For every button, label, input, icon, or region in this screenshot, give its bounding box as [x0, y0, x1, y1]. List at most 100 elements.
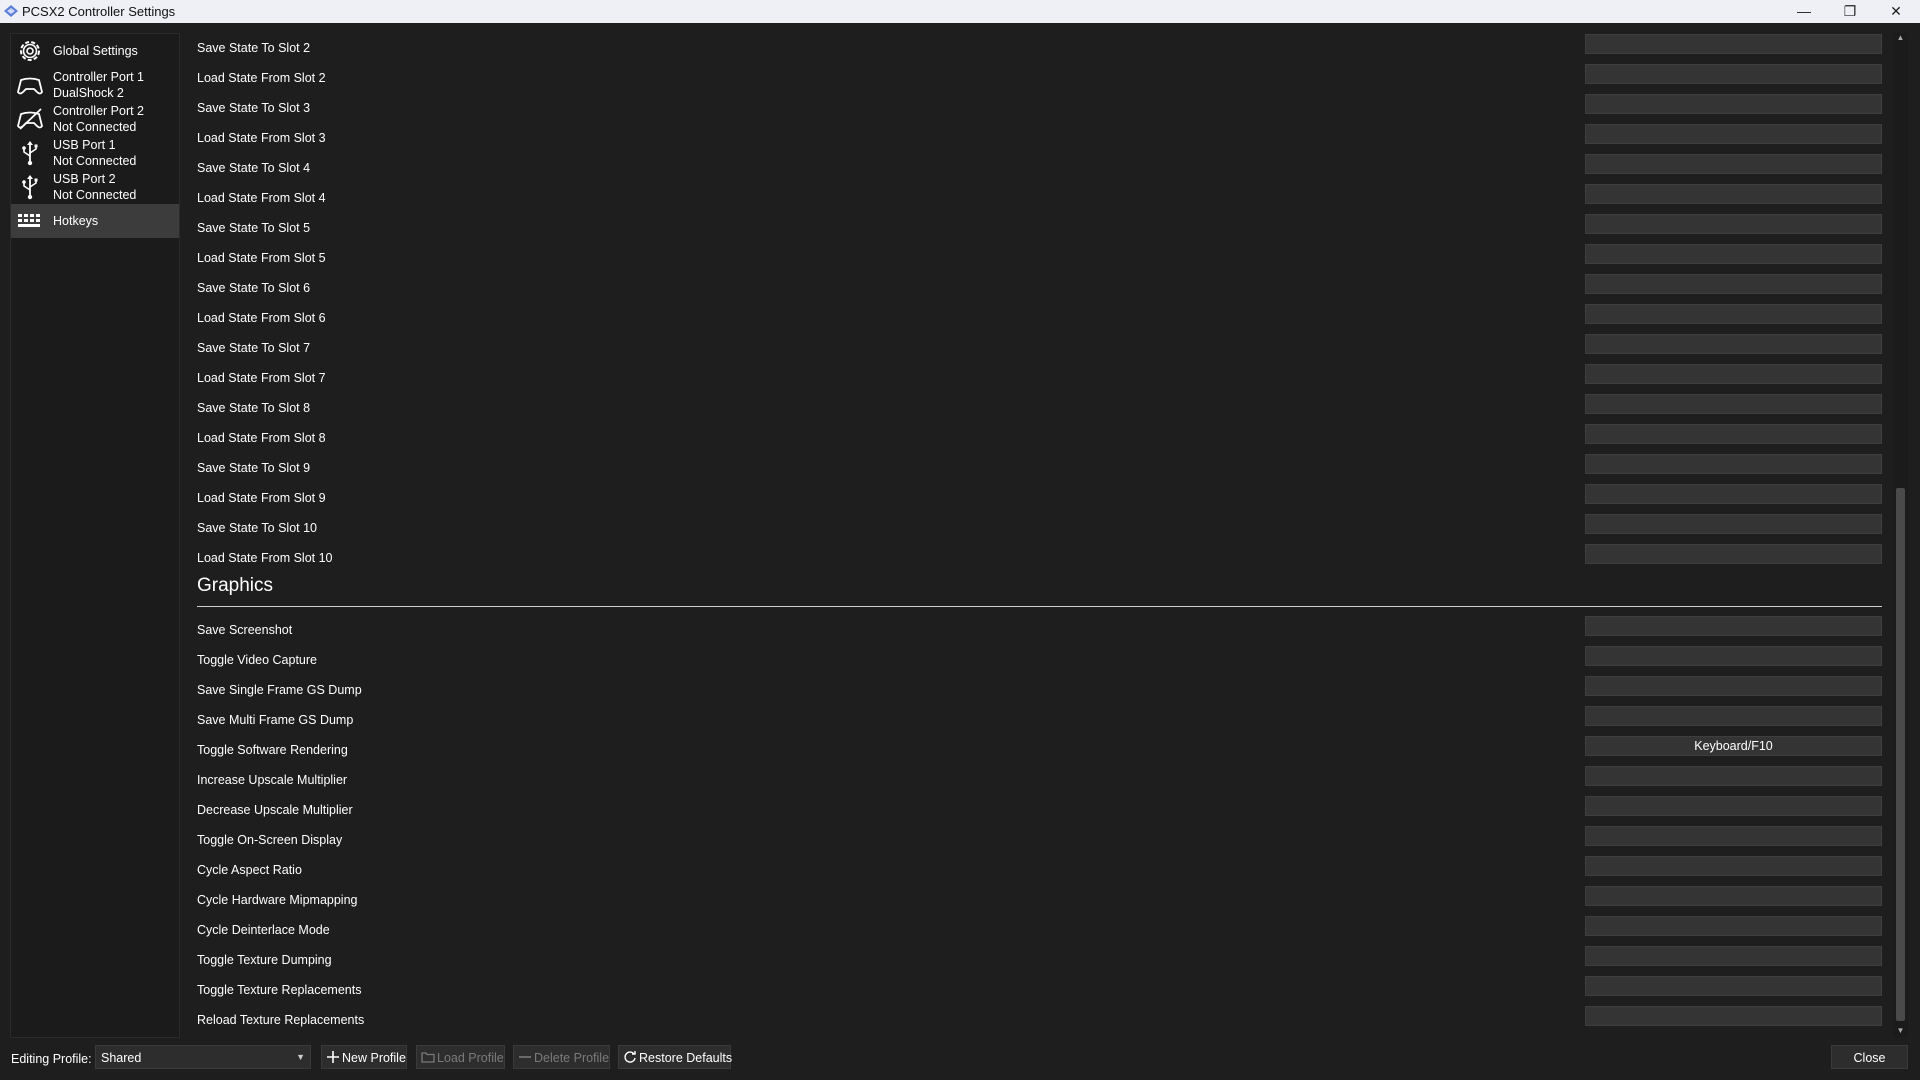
hotkey-label: Save Multi Frame GS Dump	[197, 713, 354, 727]
plus-icon	[327, 1051, 339, 1063]
gear-icon	[20, 41, 40, 61]
hotkey-binding-button[interactable]	[1585, 34, 1882, 54]
minimize-button[interactable]: —	[1781, 0, 1827, 23]
sidebar-item-usb-port-1[interactable]: USB Port 1 Not Connected	[11, 136, 179, 170]
hotkey-row: Cycle Deinterlace Mode	[188, 915, 1888, 945]
hotkey-binding-button[interactable]	[1585, 946, 1882, 966]
hotkey-label: Save State To Slot 2	[197, 41, 311, 55]
hotkey-binding-button[interactable]	[1585, 706, 1882, 726]
profile-select[interactable]: Shared ▼	[95, 1045, 311, 1069]
hotkey-binding-button[interactable]: Keyboard/F10	[1585, 736, 1882, 756]
gamepad-off-icon	[17, 108, 43, 130]
hotkey-label: Save State To Slot 6	[197, 281, 311, 295]
pcsx2-logo-icon	[4, 5, 18, 17]
hotkey-row: Save Screenshot	[188, 615, 1888, 645]
hotkey-label: Save State To Slot 10	[197, 521, 317, 535]
hotkey-binding-button[interactable]	[1585, 916, 1882, 936]
sidebar-item-sublabel: DualShock 2	[53, 86, 124, 100]
hotkey-binding-button[interactable]	[1585, 856, 1882, 876]
hotkey-label: Load State From Slot 8	[197, 431, 326, 445]
hotkey-row: Save State To Slot 6	[188, 273, 1888, 303]
close-window-button[interactable]: ✕	[1873, 0, 1919, 23]
hotkey-binding-button[interactable]	[1585, 64, 1882, 84]
hotkey-label: Save Single Frame GS Dump	[197, 683, 362, 697]
load-profile-button[interactable]: Load Profile	[416, 1045, 505, 1069]
new-profile-button[interactable]: New Profile	[321, 1045, 407, 1069]
window-title: PCSX2 Controller Settings	[22, 4, 176, 19]
hotkey-row: Cycle Aspect Ratio	[188, 855, 1888, 885]
hotkey-label: Save State To Slot 4	[197, 161, 311, 175]
hotkey-binding-button[interactable]	[1585, 766, 1882, 786]
button-label: Close	[1853, 1051, 1886, 1065]
hotkey-binding-button[interactable]	[1585, 454, 1882, 474]
hotkey-label: Decrease Upscale Multiplier	[197, 803, 353, 817]
hotkey-binding-button[interactable]	[1585, 244, 1882, 264]
sidebar-item-hotkeys[interactable]: Hotkeys	[11, 204, 179, 238]
hotkey-binding-button[interactable]	[1585, 484, 1882, 504]
hotkey-binding-button[interactable]	[1585, 796, 1882, 816]
title-bar: PCSX2 Controller Settings — ❐ ✕	[0, 0, 1920, 23]
hotkey-row: Increase Upscale Multiplier	[188, 765, 1888, 795]
hotkey-label: Save State To Slot 8	[197, 401, 311, 415]
hotkey-binding-button[interactable]	[1585, 1006, 1882, 1026]
hotkey-binding-button[interactable]	[1585, 394, 1882, 414]
hotkey-binding-button[interactable]	[1585, 646, 1882, 666]
hotkey-binding-button[interactable]	[1585, 544, 1882, 564]
hotkey-label: Cycle Hardware Mipmapping	[197, 893, 358, 907]
hotkey-binding-button[interactable]	[1585, 424, 1882, 444]
button-label: Delete Profile	[534, 1051, 610, 1065]
delete-profile-button[interactable]: Delete Profile	[513, 1045, 610, 1069]
hotkey-binding-button[interactable]	[1585, 676, 1882, 696]
hotkey-label: Load State From Slot 2	[197, 71, 326, 85]
button-label: Load Profile	[437, 1051, 504, 1065]
scroll-up-icon[interactable]: ▲	[1893, 33, 1908, 45]
hotkey-row: Toggle Texture Dumping	[188, 945, 1888, 975]
hotkey-binding-button[interactable]	[1585, 886, 1882, 906]
vertical-scrollbar[interactable]: ▲ ▼	[1893, 33, 1908, 1038]
hotkey-binding-button[interactable]	[1585, 976, 1882, 996]
usb-icon	[22, 175, 38, 200]
hotkey-binding-button[interactable]	[1585, 334, 1882, 354]
sidebar-item-controller-port-1[interactable]: Controller Port 1 DualShock 2	[11, 68, 179, 102]
hotkey-binding-button[interactable]	[1585, 304, 1882, 324]
hotkey-binding-button[interactable]	[1585, 514, 1882, 534]
hotkey-row: Load State From Slot 7	[188, 363, 1888, 393]
hotkey-row: Save Single Frame GS Dump	[188, 675, 1888, 705]
hotkey-binding-button[interactable]	[1585, 826, 1882, 846]
hotkey-row: Reload Texture Replacements	[188, 1005, 1888, 1035]
sidebar-item-controller-port-2[interactable]: Controller Port 2 Not Connected	[11, 102, 179, 136]
sidebar-item-usb-port-2[interactable]: USB Port 2 Not Connected	[11, 170, 179, 204]
profile-select-value: Shared	[101, 1051, 142, 1065]
section-divider	[197, 606, 1882, 607]
hotkey-binding-button[interactable]	[1585, 124, 1882, 144]
hotkey-binding-button[interactable]	[1585, 154, 1882, 174]
hotkey-binding-button[interactable]	[1585, 94, 1882, 114]
scroll-down-icon[interactable]: ▼	[1893, 1026, 1908, 1038]
scrollbar-thumb[interactable]	[1896, 488, 1905, 1021]
hotkey-binding-button[interactable]	[1585, 274, 1882, 294]
hotkey-row: Load State From Slot 4	[188, 183, 1888, 213]
hotkey-label: Cycle Aspect Ratio	[197, 863, 302, 877]
restore-defaults-button[interactable]: Restore Defaults	[618, 1045, 732, 1069]
hotkey-row: Save Multi Frame GS Dump	[188, 705, 1888, 735]
hotkey-binding-button[interactable]	[1585, 616, 1882, 636]
maximize-button[interactable]: ❐	[1827, 0, 1873, 23]
hotkey-row: Save State To Slot 2	[188, 33, 1888, 63]
hotkey-row: Save State To Slot 10	[188, 513, 1888, 543]
hotkey-label: Load State From Slot 5	[197, 251, 326, 265]
hotkey-label: Save Screenshot	[197, 623, 293, 637]
hotkey-label: Save State To Slot 7	[197, 341, 311, 355]
sidebar-item-global-settings[interactable]: Global Settings	[11, 34, 179, 68]
chevron-down-icon: ▼	[296, 1052, 305, 1062]
hotkey-row: Save State To Slot 5	[188, 213, 1888, 243]
button-label: New Profile	[342, 1051, 406, 1065]
hotkey-label: Toggle Video Capture	[197, 653, 317, 667]
hotkey-row: Load State From Slot 5	[188, 243, 1888, 273]
hotkey-row: Toggle Texture Replacements	[188, 975, 1888, 1005]
close-button[interactable]: Close	[1831, 1045, 1908, 1069]
hotkey-label: Increase Upscale Multiplier	[197, 773, 348, 787]
hotkey-binding-button[interactable]	[1585, 214, 1882, 234]
bottom-toolbar: Editing Profile: Shared ▼ New Profile Lo…	[0, 1040, 1920, 1080]
hotkey-binding-button[interactable]	[1585, 184, 1882, 204]
hotkey-binding-button[interactable]	[1585, 364, 1882, 384]
